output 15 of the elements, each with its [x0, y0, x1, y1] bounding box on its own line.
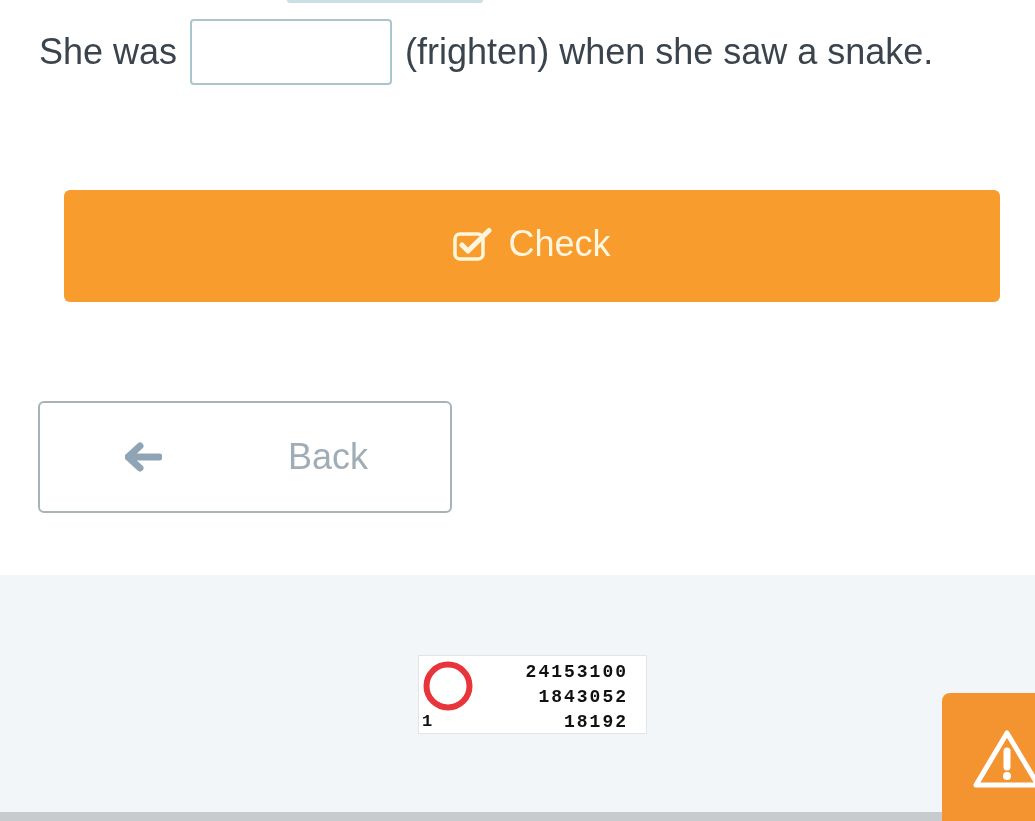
counter-number: 24153100	[525, 661, 628, 684]
back-button[interactable]: Back	[38, 401, 452, 513]
ring-icon	[422, 660, 474, 712]
answer-box[interactable]	[190, 19, 393, 85]
sentence-text: She was	[39, 30, 178, 74]
check-button[interactable]: Check	[64, 190, 1000, 302]
sentence-text: (frighten) when she saw a snake.	[405, 30, 934, 74]
left-arrow-icon	[125, 442, 162, 472]
input-field[interactable]	[287, 0, 483, 3]
checkbox-tick-icon	[453, 227, 494, 261]
report-button[interactable]	[942, 693, 1035, 821]
counter-number: 1	[422, 713, 434, 731]
counter-number: 1843052	[538, 686, 628, 709]
counter-number: 18192	[564, 711, 628, 734]
warning-icon	[972, 729, 1035, 789]
